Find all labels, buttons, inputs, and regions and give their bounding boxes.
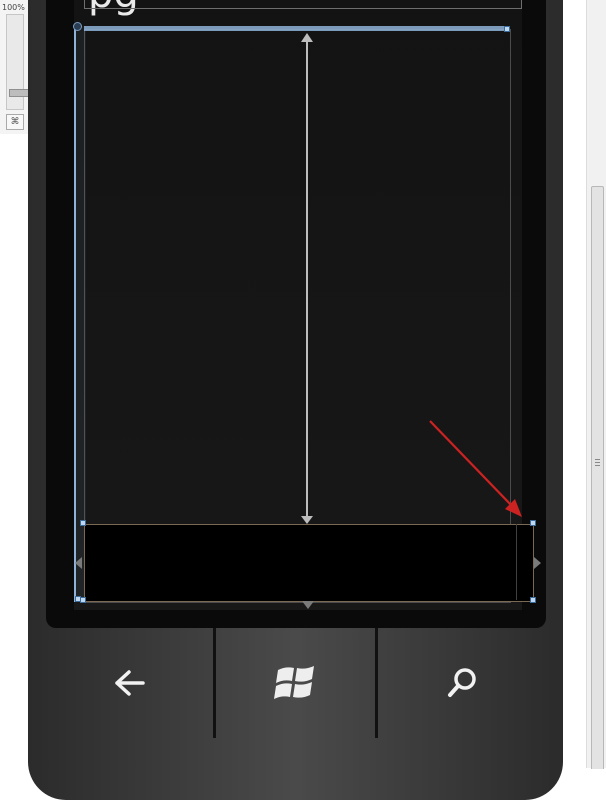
back-button[interactable]	[46, 628, 214, 738]
search-button[interactable]	[378, 628, 546, 738]
windows-logo-icon	[272, 662, 320, 704]
search-icon	[445, 666, 479, 700]
start-button[interactable]	[216, 628, 376, 738]
hardware-button-row	[46, 628, 546, 748]
back-arrow-icon	[113, 668, 147, 698]
